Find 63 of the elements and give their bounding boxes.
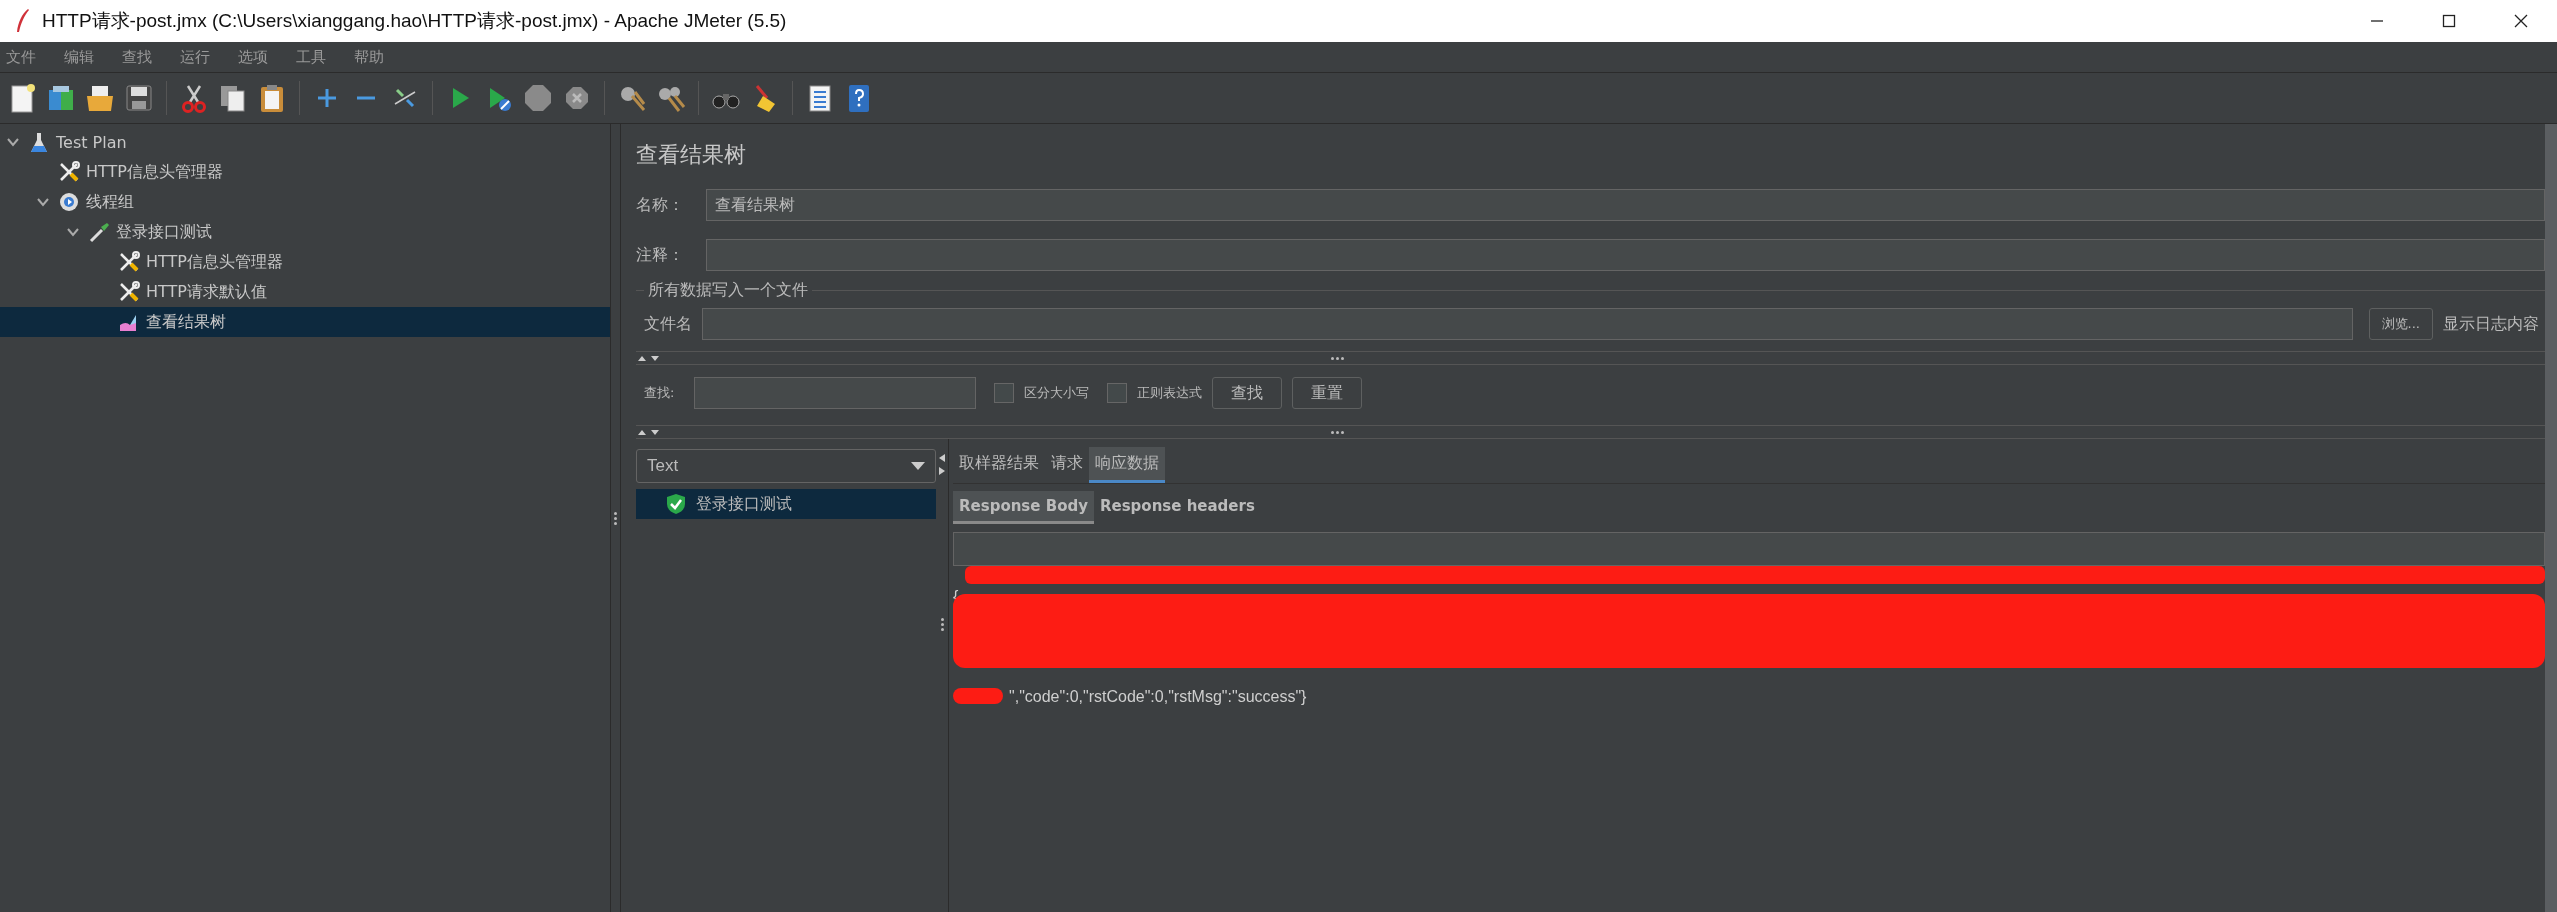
result-item[interactable]: 登录接口测试 [636, 489, 936, 519]
tools-icon [118, 281, 140, 303]
shield-check-icon [666, 493, 686, 515]
tree-item[interactable]: 登录接口测试 [0, 217, 610, 247]
field-label: 文件名 [644, 313, 692, 335]
collapse-arrows-icon[interactable] [636, 353, 662, 363]
field-label: 名称： [636, 194, 685, 216]
close-icon [2514, 14, 2528, 28]
renderer-dropdown[interactable]: Text [636, 449, 936, 483]
field-label: 查找: [644, 384, 675, 402]
tree-item[interactable]: Test Plan [0, 127, 610, 157]
field-label: 注释： [636, 244, 685, 266]
checkbox-label: 正则表达式 [1137, 384, 1203, 402]
splitter-handle[interactable] [613, 510, 618, 526]
tree-item[interactable]: 查看结果树 [0, 307, 610, 337]
save-icon[interactable] [123, 82, 155, 114]
menu-item[interactable]: 文件 [0, 47, 48, 67]
tree-item[interactable]: HTTP信息头管理器 [0, 247, 610, 277]
search-field[interactable] [953, 532, 2545, 566]
panel-title: 查看结果树 [636, 141, 747, 169]
group-title: 所有数据写入一个文件 [644, 280, 812, 299]
tree-item[interactable]: HTTP请求默认值 [0, 277, 610, 307]
menu-item[interactable]: 查找 [116, 47, 164, 67]
scrollbar[interactable] [2545, 124, 2557, 912]
button[interactable]: 重置 [1292, 377, 1363, 409]
tab[interactable]: Response Body [953, 491, 1094, 524]
tools-icon [58, 161, 80, 183]
maximize-icon [2442, 14, 2456, 28]
splitter-handle[interactable] [939, 617, 945, 632]
menu-item[interactable]: 运行 [174, 47, 222, 67]
tab[interactable]: 响应数据 [1089, 447, 1165, 483]
gear-icon [58, 191, 80, 213]
tree-item[interactable]: 线程组 [0, 187, 610, 217]
input-field[interactable] [706, 239, 2545, 271]
checkbox-label: 区分大小写 [1024, 384, 1090, 402]
split-arrows-icon[interactable] [938, 453, 946, 477]
button[interactable]: 查找 [1212, 377, 1283, 409]
splitter-handle[interactable] [1330, 355, 1345, 361]
tab[interactable]: Response headers [1093, 491, 1261, 524]
collapse-arrows-icon[interactable] [636, 427, 662, 437]
field-label: 显示日志内容 [2443, 313, 2540, 335]
checkbox[interactable] [994, 383, 1015, 403]
tab[interactable]: 请求 [1045, 453, 1089, 483]
response-text: ","code":0,"rstCode":0,"rstMsg":"success"} [1009, 688, 1307, 705]
window-title: HTTP请求-post.jmx (C:\Users\xianggang.hao\HTTP请求-post.jmx) - Apache JMeter (5.5) [42, 9, 787, 33]
splitter-handle[interactable] [1330, 429, 1345, 435]
tree-item[interactable]: HTTP信息头管理器 [0, 157, 610, 187]
search-field[interactable] [694, 377, 977, 409]
feather-icon [14, 8, 30, 34]
menu-item[interactable]: 编辑 [58, 47, 106, 67]
menu-item[interactable]: 选项 [232, 47, 280, 67]
input-field[interactable]: 查看结果树 [706, 189, 2545, 221]
stop-icon[interactable] [522, 82, 554, 114]
browse-button[interactable]: 浏览... [2368, 308, 2433, 340]
tab[interactable]: 取样器结果 [953, 453, 1045, 483]
checkbox[interactable] [1107, 383, 1128, 403]
tools-icon [118, 251, 140, 273]
menu-item[interactable]: 工具 [290, 47, 338, 67]
flask-icon [28, 131, 50, 153]
input-field[interactable] [702, 308, 2353, 340]
pipette-icon [88, 221, 110, 243]
menu-item[interactable]: 帮助 [348, 47, 396, 67]
caret-icon[interactable] [911, 462, 925, 470]
